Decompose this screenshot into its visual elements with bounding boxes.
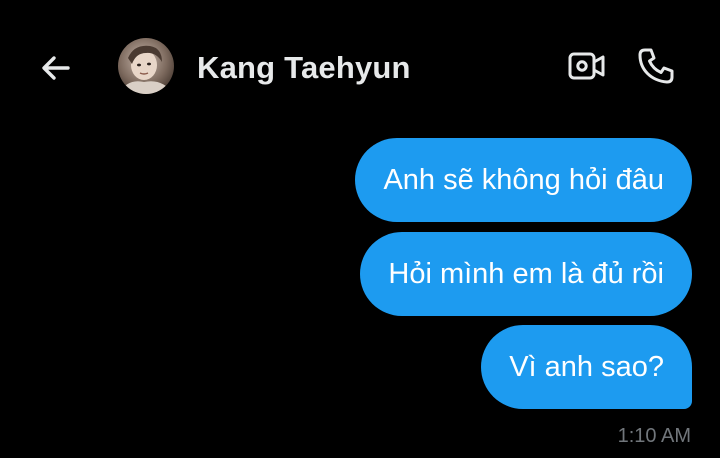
- message-timestamp: 1:10 AM: [617, 425, 691, 447]
- conversation-header: Kang Taehyun: [0, 0, 720, 130]
- back-button[interactable]: [36, 48, 76, 88]
- voice-call-button[interactable]: [634, 45, 678, 87]
- video-camera-icon: [568, 52, 605, 80]
- message-bubble-sent[interactable]: Hỏi mình em là đủ rồi: [360, 232, 692, 316]
- arrow-left-icon: [42, 56, 70, 80]
- phone-icon: [638, 48, 674, 84]
- message-bubble-sent[interactable]: Vì anh sao?: [481, 325, 692, 409]
- message-bubble-sent[interactable]: Anh sẽ không hỏi đâu: [355, 138, 692, 222]
- video-call-button[interactable]: [566, 46, 608, 86]
- avatar[interactable]: [118, 38, 174, 94]
- contact-name[interactable]: Kang Taehyun: [197, 48, 411, 88]
- avatar-photo-icon: [118, 38, 174, 94]
